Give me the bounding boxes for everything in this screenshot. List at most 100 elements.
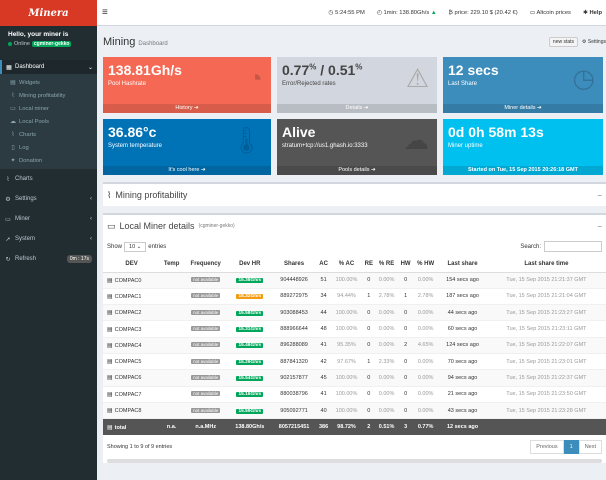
sidebar: Minera Hello, your miner is Online cgmin… [0, 0, 97, 480]
tile-footer-link[interactable]: Miner details ➔ [443, 104, 603, 113]
collapse-icon[interactable]: − [597, 222, 602, 231]
content-header: Mining Dashboard new stats ⚙ Settings [103, 26, 606, 57]
last-share-time-value: Tue, 15 Sep 2015 21:21:37 GMT [506, 277, 587, 284]
hw-errors-percent: 0.00% [417, 309, 434, 316]
accepted-percent: 97.67% [337, 358, 356, 365]
device-name: COMPAC1 [114, 293, 142, 300]
arrow-circle-right-icon: ➔ [194, 105, 199, 111]
table-row: ▤ COMPAC7 not available 15.16Gh/s 880038796 4… [103, 385, 606, 403]
column-header-last-share[interactable]: Last share [438, 256, 487, 273]
device-name: COMPAC5 [114, 359, 142, 366]
tile-label: Pool Hashrate [108, 81, 147, 87]
hw-errors-value: 0 [404, 374, 408, 381]
column-header-ac[interactable]: AC [316, 256, 331, 273]
menu-toggle-icon[interactable]: ≡ [97, 7, 115, 18]
rejected-percent: 0.00% [378, 342, 395, 349]
next-page-button[interactable]: Next [578, 439, 602, 454]
table-row: ▤ COMPAC5 not available 15.29Gh/s 887841320 4… [103, 352, 606, 370]
tile-footer-link[interactable]: Pools details ➔ [277, 166, 437, 175]
app-logo[interactable]: Minera [0, 0, 97, 26]
sidebar-item-local-pools[interactable]: ☁ Local Pools [0, 115, 97, 128]
help-link[interactable]: ✱ Help [583, 10, 602, 16]
sidebar-item-label: System [15, 236, 36, 242]
hashrate-badge: 15.16Gh/s [236, 392, 264, 398]
hw-errors-value: 2 [404, 342, 408, 349]
new-stats-button[interactable]: new stats [548, 36, 579, 47]
page-1-button[interactable]: 1 [563, 439, 579, 454]
collapse-icon[interactable]: − [597, 191, 602, 200]
accepted-percent: 100.00% [335, 374, 358, 381]
sidebar-item-donation[interactable]: ✦ Donation [0, 154, 97, 167]
sidebar-item-dashboard[interactable]: ▦ Dashboard ⌄ [0, 60, 97, 74]
column-header-dev-hr[interactable]: Dev HR [228, 256, 272, 273]
tile-footer-link[interactable]: History ➔ [103, 104, 271, 113]
shares-value: 904448926 [280, 277, 308, 284]
column-header-temp[interactable]: Temp [160, 256, 184, 273]
column-header-re[interactable]: % RE [375, 256, 399, 273]
column-header-ac[interactable]: % AC [330, 256, 363, 273]
column-header-hw[interactable]: % HW [413, 256, 439, 273]
total-ac: 386 [318, 424, 329, 431]
altcoin-prices-link[interactable]: ▭ Altcoin prices [530, 10, 571, 16]
btc-price-readout[interactable]: ₿ price: 229.10 $ (20.42 €) [449, 10, 518, 16]
cloud-icon: ☁ [10, 119, 16, 125]
previous-page-button[interactable]: Previous [530, 439, 564, 454]
sidebar-item-local-miner[interactable]: ▭ Local miner [0, 102, 97, 115]
rejected-percent: 0.00% [378, 374, 395, 381]
rejected-percent: 2.33% [378, 358, 395, 365]
tile-footer-link[interactable]: It's cool here ➔ [103, 166, 271, 175]
sidebar-item-system[interactable]: ➚ System ‹ [0, 229, 97, 249]
sidebar-item-mining-profitability[interactable]: ⌇ Mining profitability [0, 89, 97, 102]
last-share-value: 154 secs ago [446, 277, 479, 284]
last-share-time-value: Tue, 15 Sep 2015 21:23:28 GMT [506, 407, 587, 414]
tile-footer-link[interactable]: Details ➔ [277, 104, 437, 113]
profitability-box: ⌇ Mining profitability − [103, 182, 606, 206]
hw-errors-value: 0 [404, 391, 408, 398]
entries-label: entries [148, 243, 167, 250]
rejected-percent: 2.78% [378, 293, 395, 300]
column-header-dev[interactable]: DEV [103, 256, 161, 273]
hw-errors-percent: 0.00% [417, 407, 434, 414]
sidebar-item-widgets[interactable]: ▤ Widgets [0, 76, 97, 89]
hw-errors-percent: 4.65% [417, 342, 434, 349]
sidebar-item-label: Mining profitability [19, 92, 66, 99]
total-pre: 0.51% [378, 424, 395, 431]
hashrate-badge: 15.29Gh/s [236, 359, 264, 365]
column-header-frequency[interactable]: Frequency [183, 256, 229, 273]
horizontal-scrollbar[interactable] [107, 458, 602, 463]
column-header-hw[interactable]: HW [398, 256, 414, 273]
sidebar-item-miner[interactable]: ▭ Miner ‹ [0, 209, 97, 229]
header-settings-link[interactable]: ⚙ Settings [582, 39, 606, 45]
device-name: COMPAC7 [114, 391, 142, 398]
tile-footer-text-inner: Started on Tue, 15 Sep 2015 20:26:18 GMT [468, 167, 578, 173]
tile-footer-text: History [175, 105, 193, 111]
table-row: ▤ COMPAC4 not available 15.46Gh/s 896288089 4… [103, 336, 606, 354]
sidebar-item-refresh[interactable]: ↻ Refresh 0m : 17s [0, 249, 97, 269]
accepted-value: 41 [320, 342, 327, 349]
sidebar-item-label: Dashboard [15, 64, 45, 70]
last-share-value: 60 secs ago [447, 326, 478, 333]
widgets-icon: ▤ [10, 80, 16, 86]
table-row: ▤ COMPAC0 not available 15.38Gh/s 904448926 5… [103, 271, 606, 289]
sidebar-item-charts-sub[interactable]: ⌇ Charts [0, 128, 97, 141]
column-header-re[interactable]: RE [362, 256, 375, 273]
column-header-shares[interactable]: Shares [271, 256, 317, 273]
server-icon: ▤ [107, 424, 113, 431]
tile-last-share: 12 secs Last Share ◷ Miner details ➔ [443, 57, 603, 113]
sidebar-item-settings[interactable]: ⚙ Settings ‹ [0, 189, 97, 209]
shares-value: 905092771 [280, 407, 308, 414]
box-title: Mining profitability [115, 190, 188, 200]
accepted-percent: 100.00% [335, 407, 358, 414]
table-row: ▤ COMPAC1 not available 15.32Gh/s 889272975 3… [103, 287, 606, 305]
last-share-time-value: Tue, 15 Sep 2015 21:23:01 GMT [506, 358, 587, 365]
entries-select[interactable]: 10 ⌄ [124, 241, 147, 252]
last-share-time-value: Tue, 15 Sep 2015 21:23:50 GMT [506, 391, 587, 398]
search-input[interactable] [544, 241, 602, 252]
accepted-value: 42 [320, 358, 327, 365]
sidebar-item-charts[interactable]: ⌇ Charts [0, 169, 97, 189]
arrow-up-icon: ▲ [429, 9, 437, 16]
sidebar-item-log[interactable]: ▯ Log [0, 141, 97, 154]
rejected-value: 0 [367, 391, 371, 398]
column-header-last-share-time[interactable]: Last share time [486, 256, 606, 273]
table-total-row: ▤ total n.a. n.a.MHz 138.80Gh/s 8057215451 386… [103, 418, 606, 435]
